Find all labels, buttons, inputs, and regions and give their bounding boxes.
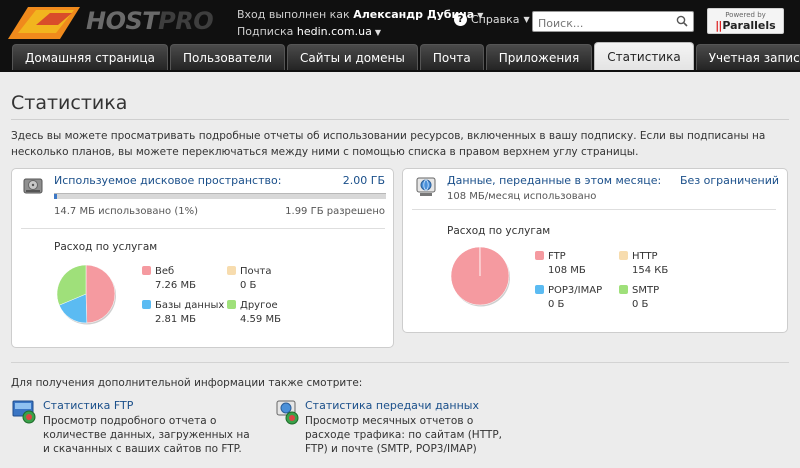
legend-swatch-web [142, 266, 151, 275]
disk-services-pie-chart [56, 264, 116, 325]
legend-swatch-mail [227, 266, 236, 275]
divider [21, 228, 385, 229]
disk-usage-panel: Используемое дисковое пространство: 2.00… [11, 168, 394, 348]
disk-services-title: Расход по услугам [54, 241, 158, 253]
ftp-statistics-desc: Просмотр подробного отчета о количестве … [43, 415, 250, 455]
help-menu[interactable]: ? Справка ▼ [454, 13, 530, 26]
legend-swatch-ftp [535, 251, 544, 260]
legend-swatch-other [227, 300, 236, 309]
parallels-logo: ||Parallels [715, 19, 776, 32]
logged-in-label: Вход выполнен как [237, 8, 350, 21]
main-tabs: Домашняя страница Пользователи Сайты и д… [12, 42, 800, 70]
pie-slice-веб [85, 264, 116, 324]
legend-swatch-http [619, 251, 628, 260]
more-info-title: Для получения дополнительной информации … [11, 377, 363, 389]
legend-item: FTP 108 МБ [535, 250, 586, 278]
legend-swatch-pop3-imap [535, 285, 544, 294]
top-header: HOSTPRO Вход выполнен как Александр Дуби… [0, 0, 800, 72]
legend-item: Другое 4.59 МБ [227, 299, 281, 327]
disk-allowed-text: 1.99 ГБ разрешено [285, 206, 385, 217]
page-intro: Здесь вы можете просматривать подробные … [11, 130, 766, 158]
tab-mail[interactable]: Почта [419, 44, 484, 70]
traffic-services-pie-chart [450, 246, 510, 307]
disk-space-link[interactable]: Используемое дисковое пространство: [54, 174, 281, 187]
subscription-label: Подписка [237, 25, 294, 38]
disk-usage-bar [54, 193, 386, 199]
legend-item: HTTP 154 КБ [619, 250, 668, 278]
tab-statistics[interactable]: Статистика [594, 42, 694, 70]
page-title: Статистика [11, 92, 128, 114]
legend-swatch-databases [142, 300, 151, 309]
traffic-panel: Данные, переданные в этом месяце: Без ог… [402, 168, 788, 333]
help-label: Справка [471, 13, 520, 26]
traffic-statistics-icon [276, 400, 299, 425]
disk-total-value: 2.00 ГБ [342, 174, 385, 187]
divider [11, 119, 789, 120]
network-traffic-icon [416, 177, 436, 196]
legend-item: Базы данных 2.81 МБ [142, 299, 224, 327]
search-box [532, 11, 694, 33]
traffic-services-title: Расход по услугам [447, 225, 551, 237]
traffic-limit-value: Без ограничений [680, 174, 779, 187]
divider [11, 362, 789, 363]
parallels-badge[interactable]: Powered by ||Parallels [707, 8, 784, 34]
ftp-statistics-icon [12, 400, 36, 424]
tab-applications[interactable]: Приложения [485, 44, 593, 70]
tab-account[interactable]: Учетная запись [695, 44, 800, 70]
tab-users[interactable]: Пользователи [169, 44, 286, 70]
account-info: Вход выполнен как Александр Дубина ▼ Подп… [237, 7, 483, 41]
chevron-down-icon: ▼ [523, 15, 530, 24]
chevron-down-icon[interactable]: ▼ [375, 28, 381, 37]
legend-item: Почта 0 Б [227, 265, 272, 293]
legend-item: Веб 7.26 МБ [142, 265, 196, 293]
legend-swatch-smtp [619, 285, 628, 294]
search-icon[interactable] [676, 15, 688, 27]
legend-item: SMTP 0 Б [619, 284, 659, 312]
logo-wordmark: HOSTPRO [86, 7, 214, 35]
disk-usage-fill [54, 194, 58, 199]
subscription-selector[interactable]: hedin.com.ua [297, 25, 372, 38]
parallels-bars-icon: || [715, 19, 722, 32]
divider [412, 209, 776, 210]
search-input[interactable] [533, 14, 671, 33]
tab-home[interactable]: Домашняя страница [12, 44, 168, 70]
traffic-used-text: 108 МБ/месяц использовано [447, 191, 597, 202]
help-icon: ? [454, 13, 467, 26]
traffic-statistics-link[interactable]: Статистика передачи данных [305, 399, 479, 412]
legend-item: POP3/IMAP 0 Б [535, 284, 602, 312]
ftp-statistics-link[interactable]: Статистика FTP [43, 399, 133, 412]
traffic-statistics-desc: Просмотр месячных отчетов о расходе траф… [305, 415, 503, 455]
disk-used-text: 14.7 МБ использовано (1%) [54, 206, 199, 217]
traffic-link[interactable]: Данные, переданные в этом месяце: [447, 174, 661, 187]
hard-drive-icon [23, 178, 43, 194]
tab-websites-domains[interactable]: Сайты и домены [287, 44, 418, 70]
